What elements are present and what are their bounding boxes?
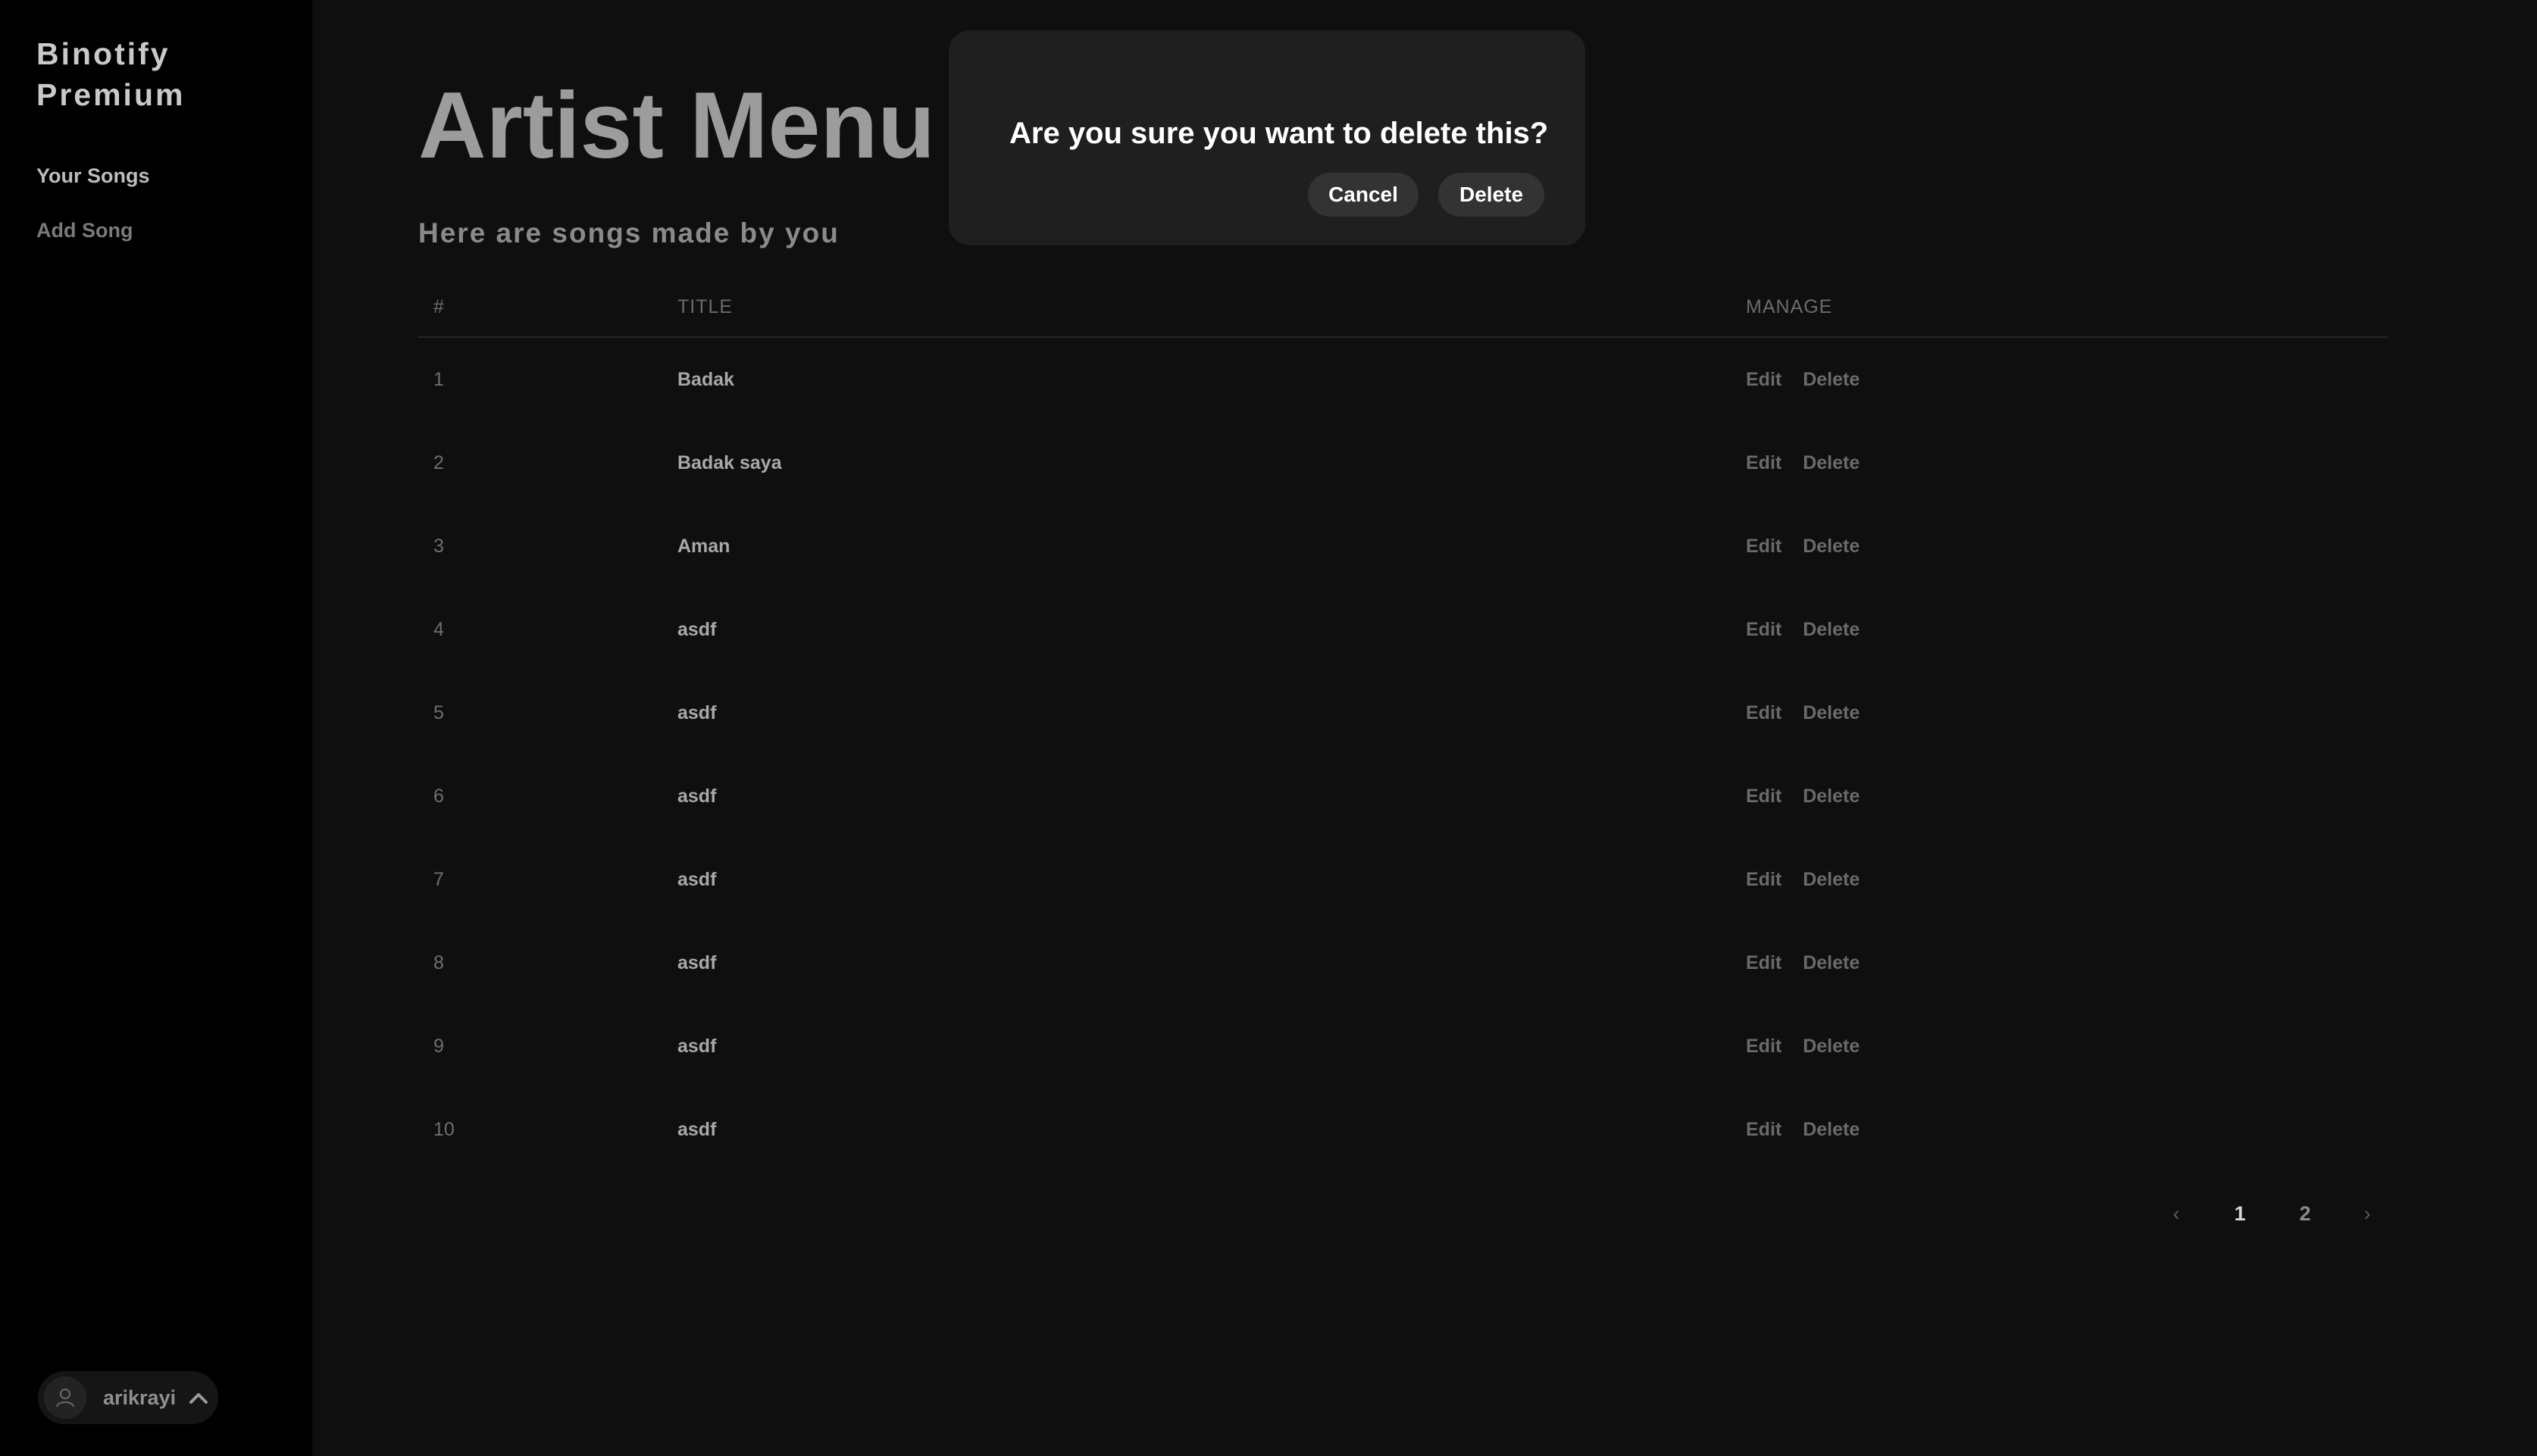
delete-link[interactable]: Delete: [1803, 617, 1860, 642]
table-body: 1 Badak Edit Delete 2 Badak saya Edit Delete 3 Am…: [418, 338, 2388, 1171]
row-number: 6: [433, 786, 444, 807]
row-number: 1: [433, 369, 444, 390]
row-number: 5: [433, 702, 444, 723]
column-header-number: #: [433, 296, 445, 317]
chevron-up-icon: [188, 1390, 209, 1405]
row-actions: Edit Delete: [1746, 950, 1860, 976]
avatar: [44, 1376, 86, 1419]
song-title: asdf: [677, 1036, 717, 1057]
page-subtitle: Here are songs made by you: [418, 217, 840, 248]
delete-link[interactable]: Delete: [1803, 950, 1860, 976]
edit-link[interactable]: Edit: [1746, 533, 1782, 559]
edit-link[interactable]: Edit: [1746, 867, 1782, 892]
table-row: 7 asdf Edit Delete: [418, 838, 2388, 921]
table-header: # TITLE MANAGE: [418, 288, 2388, 338]
pagination-next-button[interactable]: ›: [2352, 1197, 2382, 1230]
confirm-delete-button[interactable]: Delete: [1438, 173, 1544, 217]
table-row: 2 Badak saya Edit Delete: [418, 421, 2388, 505]
row-actions: Edit Delete: [1746, 783, 1860, 809]
delete-link[interactable]: Delete: [1803, 1117, 1860, 1142]
row-number: 10: [433, 1119, 455, 1140]
delete-link[interactable]: Delete: [1803, 533, 1860, 559]
delete-link[interactable]: Delete: [1803, 450, 1860, 476]
row-actions: Edit Delete: [1746, 617, 1860, 642]
edit-link[interactable]: Edit: [1746, 367, 1782, 392]
pagination-page-1[interactable]: 1: [2225, 1197, 2255, 1230]
delete-link[interactable]: Delete: [1803, 367, 1860, 392]
delete-link[interactable]: Delete: [1803, 783, 1860, 809]
cancel-button[interactable]: Cancel: [1308, 173, 1419, 217]
song-title: asdf: [677, 619, 717, 640]
row-actions: Edit Delete: [1746, 1033, 1860, 1059]
song-title: Badak saya: [677, 452, 782, 473]
edit-link[interactable]: Edit: [1746, 700, 1782, 726]
edit-link[interactable]: Edit: [1746, 950, 1782, 976]
user-menu-button[interactable]: arikrayi: [38, 1371, 218, 1424]
pagination-page-2[interactable]: 2: [2290, 1197, 2320, 1230]
edit-link[interactable]: Edit: [1746, 617, 1782, 642]
sidebar: Binotify Premium Your Songs Add Song ari…: [0, 0, 312, 1456]
pagination: ‹ 1 2 ›: [2146, 1197, 2404, 1230]
delete-confirm-dialog: Are you sure you want to delete this? Ca…: [949, 30, 1585, 245]
edit-link[interactable]: Edit: [1746, 450, 1782, 476]
songs-table: # TITLE MANAGE 1 Badak Edit Delete 2 Badak sa…: [418, 288, 2388, 1171]
column-header-manage: MANAGE: [1746, 296, 1833, 317]
pagination-prev-button[interactable]: ‹: [2161, 1197, 2191, 1230]
row-number: 8: [433, 952, 444, 973]
row-actions: Edit Delete: [1746, 1117, 1860, 1142]
table-row: 1 Badak Edit Delete: [418, 338, 2388, 421]
delete-link[interactable]: Delete: [1803, 1033, 1860, 1059]
song-title: asdf: [677, 702, 717, 723]
user-name: arikrayi: [103, 1386, 177, 1409]
row-number: 3: [433, 536, 444, 557]
table-row: 10 asdf Edit Delete: [418, 1088, 2388, 1171]
row-actions: Edit Delete: [1746, 450, 1860, 476]
dialog-title: Are you sure you want to delete this?: [1009, 117, 1549, 150]
table-row: 5 asdf Edit Delete: [418, 671, 2388, 755]
row-number: 2: [433, 452, 444, 473]
row-actions: Edit Delete: [1746, 367, 1860, 392]
row-actions: Edit Delete: [1746, 533, 1860, 559]
song-title: asdf: [677, 786, 717, 807]
table-row: 4 asdf Edit Delete: [418, 588, 2388, 671]
page-title: Artist Menu: [418, 73, 935, 178]
edit-link[interactable]: Edit: [1746, 1117, 1782, 1142]
sidebar-item-add-song[interactable]: Add Song: [36, 217, 133, 244]
edit-link[interactable]: Edit: [1746, 1033, 1782, 1059]
song-title: asdf: [677, 1119, 717, 1140]
row-number: 7: [433, 869, 444, 890]
table-row: 8 asdf Edit Delete: [418, 921, 2388, 1005]
table-row: 3 Aman Edit Delete: [418, 505, 2388, 588]
brand-logo-text: Binotify Premium: [36, 36, 186, 112]
row-number: 4: [433, 619, 444, 640]
song-title: asdf: [677, 869, 717, 890]
delete-link[interactable]: Delete: [1803, 700, 1860, 726]
user-icon: [56, 1389, 74, 1408]
delete-link[interactable]: Delete: [1803, 867, 1860, 892]
column-header-title: TITLE: [677, 296, 734, 317]
sidebar-item-your-songs[interactable]: Your Songs: [36, 162, 150, 189]
song-title: Aman: [677, 536, 730, 557]
row-actions: Edit Delete: [1746, 700, 1860, 726]
row-actions: Edit Delete: [1746, 867, 1860, 892]
table-row: 9 asdf Edit Delete: [418, 1005, 2388, 1088]
table-row: 6 asdf Edit Delete: [418, 755, 2388, 838]
song-title: asdf: [677, 952, 717, 973]
song-title: Badak: [677, 369, 735, 390]
edit-link[interactable]: Edit: [1746, 783, 1782, 809]
row-number: 9: [433, 1036, 444, 1057]
